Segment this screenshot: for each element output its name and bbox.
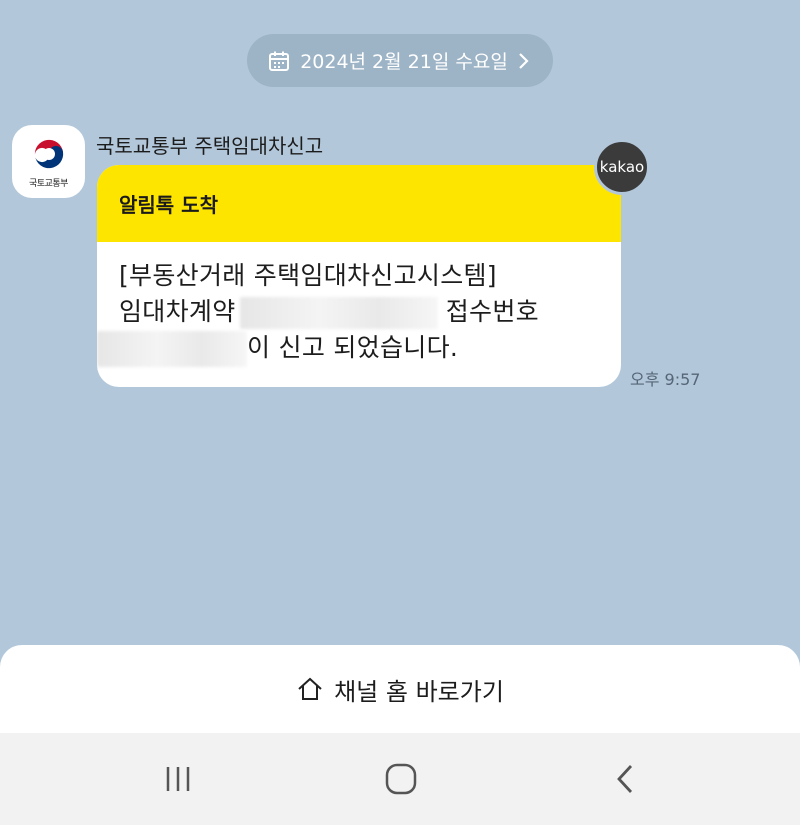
home-icon xyxy=(296,675,324,703)
taegeuk-emblem-icon xyxy=(31,137,66,171)
message-line-3: 이 신고 되었습니다. xyxy=(97,330,599,367)
channel-home-button[interactable]: 채널 홈 바로가기 xyxy=(0,645,800,733)
calendar-icon xyxy=(268,50,290,72)
date-separator[interactable]: 2024년 2월 21일 수요일 xyxy=(247,34,553,87)
chevron-right-icon xyxy=(518,51,532,71)
kakao-badge: kakao xyxy=(594,139,650,195)
message-line-2-suffix: 접수번호 xyxy=(437,297,539,326)
message-line-2-text: 임대차계약 xyxy=(119,297,236,326)
message-line-2: 임대차계약 접수번호 xyxy=(119,294,599,330)
back-icon[interactable] xyxy=(585,733,665,825)
nav-home-icon[interactable] xyxy=(361,733,441,825)
message-timestamp: 오후 9:57 xyxy=(630,370,701,389)
redacted-block xyxy=(97,331,247,367)
bubble-body: [부동산거래 주택임대차신고시스템] 임대차계약 접수번호 이 신고 되었습니다… xyxy=(97,242,621,367)
message-line-1: [부동산거래 주택임대차신고시스템] xyxy=(119,261,497,290)
recent-apps-icon[interactable] xyxy=(138,733,218,825)
bubble-header: 알림톡 도착 xyxy=(97,165,621,242)
message-line-3-suffix: 이 신고 되었습니다. xyxy=(247,333,459,362)
avatar-label: 국토교통부 xyxy=(29,179,68,189)
sender-name: 국토교통부 주택임대차신고 xyxy=(96,134,324,158)
date-label: 2024년 2월 21일 수요일 xyxy=(300,51,508,73)
system-navbar xyxy=(0,733,800,825)
channel-home-label: 채널 홈 바로가기 xyxy=(334,677,504,706)
message-bubble[interactable]: 알림톡 도착 [부동산거래 주택임대차신고시스템] 임대차계약 접수번호 이 신… xyxy=(97,165,621,387)
sender-avatar[interactable]: 국토교통부 xyxy=(12,125,85,198)
redacted-block xyxy=(239,297,438,329)
